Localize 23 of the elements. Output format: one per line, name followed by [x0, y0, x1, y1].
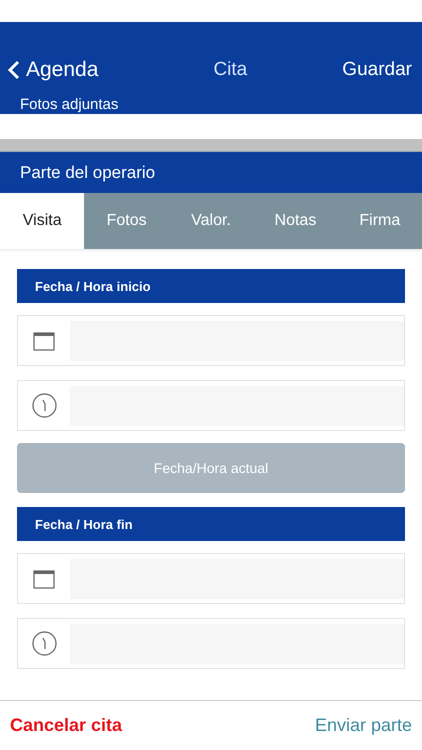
tab[interactable]: Fotos [84, 193, 169, 249]
tab[interactable]: Firma [338, 193, 422, 249]
group-header: Fecha / Hora inicio [17, 269, 405, 303]
screen-title: Cita [213, 58, 248, 80]
save-button[interactable]: Guardar [342, 58, 412, 80]
calendar-icon [33, 568, 55, 588]
section-header: Parte del operario [0, 152, 422, 193]
time-field[interactable] [17, 618, 405, 669]
chevron-left-icon [8, 60, 20, 80]
tab[interactable]: Valor. [168, 193, 254, 249]
tab[interactable]: Notas [253, 193, 338, 249]
back-button[interactable]: Agenda [8, 58, 98, 82]
time-field[interactable] [17, 380, 405, 431]
group-header: Fecha / Hora fin [17, 507, 405, 541]
date-field[interactable] [17, 553, 405, 604]
date-field[interactable] [17, 315, 405, 366]
clock-icon [32, 393, 56, 418]
tab[interactable]: Visita [0, 193, 84, 249]
clock-icon [32, 631, 56, 656]
collapsed-section-bar: Fotos adjuntas [0, 95, 422, 114]
calendar-icon [33, 330, 55, 350]
cancel-appointment-button[interactable]: Cancelar cita [10, 715, 122, 736]
send-report-button[interactable]: Enviar parte [314, 715, 412, 736]
